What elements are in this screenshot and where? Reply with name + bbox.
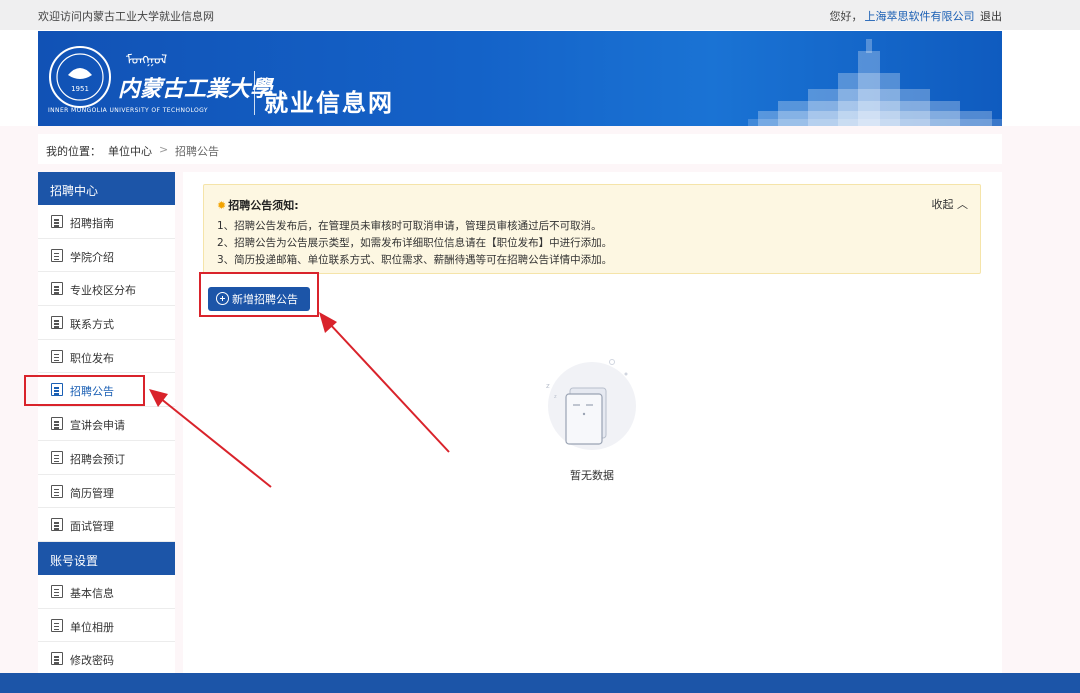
sidebar-item-resume[interactable]: 简历管理 [38, 475, 175, 509]
sidebar-item-album[interactable]: 单位相册 [38, 609, 175, 643]
sidebar-item-presentation[interactable]: 宣讲会申请 [38, 407, 175, 441]
breadcrumb-item-current: 招聘公告 [175, 145, 219, 158]
notice-title: ✹ 招聘公告须知: [217, 197, 299, 213]
sidebar-item-college-intro[interactable]: 学院介绍 [38, 239, 175, 273]
notice-line-3: 3、简历投递邮箱、单位联系方式、职位需求、薪酬待遇等可在招聘公告详情中添加。 [217, 254, 613, 266]
sidebar-item-label: 简历管理 [70, 486, 114, 500]
document-icon [51, 316, 63, 330]
sun-icon: ✹ [217, 199, 227, 212]
company-link[interactable]: 上海萃思软件有限公司 [865, 10, 975, 23]
site-banner: 1951 ᠮᠣᠩᠭᠣᠯ 内蒙古工業大學 INNER MONGOLIA UNIVE… [38, 31, 1002, 126]
banner-divider [254, 71, 255, 115]
document-icon [51, 248, 63, 262]
site-title: 就业信息网 [264, 89, 394, 117]
document-icon [51, 484, 63, 498]
notice-line-1: 1、招聘公告发布后，在管理员未审核时可取消申请，管理员审核通过后不可取消。 [217, 220, 602, 232]
sidebar-item-basic-info[interactable]: 基本信息 [38, 575, 175, 609]
document-icon [51, 450, 63, 464]
sidebar-item-label: 专业校区分布 [70, 284, 136, 298]
document-icon [51, 215, 63, 228]
document-icon [51, 652, 63, 666]
svg-text:z: z [546, 382, 550, 390]
document-icon [51, 417, 63, 431]
sidebar-item-job-post[interactable]: 职位发布 [38, 340, 175, 374]
empty-state-illustration: z z [546, 359, 636, 450]
university-name-en: INNER MONGOLIA UNIVERSITY OF TECHNOLOGY [48, 107, 208, 114]
sidebar-item-label: 面试管理 [70, 520, 114, 534]
university-name: 内蒙古工業大學 [118, 76, 273, 102]
sidebar-item-major-campus[interactable]: 专业校区分布 [38, 272, 175, 307]
document-icon [51, 584, 63, 598]
sidebar-item-job-fair[interactable]: 招聘会预订 [38, 441, 175, 475]
notice-line-2: 2、招聘公告为公告展示类型，如需发布详细职位信息请在【职位发布】中进行添加。 [217, 237, 613, 249]
sidebar-item-recruitment-notice[interactable]: 招聘公告 [38, 373, 175, 408]
document-icon [51, 618, 63, 632]
svg-text:z: z [554, 394, 557, 400]
sidebar-item-guide[interactable]: 招聘指南 [38, 205, 175, 239]
sidebar-section-account: 账号设置 [38, 541, 175, 575]
sidebar-item-label: 招聘会预订 [70, 452, 125, 466]
sidebar-item-label: 招聘指南 [70, 217, 114, 230]
sidebar-section-recruitment: 招聘中心 [38, 172, 175, 205]
sidebar: 招聘中心 招聘指南 学院介绍 专业校区分布 联系方式 职位发布 招聘公告 宣讲会… [38, 172, 175, 676]
footer-bar [0, 673, 1080, 693]
sidebar-item-label: 学院介绍 [70, 250, 114, 264]
greeting-text: 您好， [829, 10, 863, 23]
add-button-label: 新增招聘公告 [232, 293, 298, 306]
notice-title-text: 招聘公告须知: [228, 199, 299, 212]
breadcrumb-separator: > [159, 143, 169, 156]
sidebar-item-password[interactable]: 修改密码 [38, 642, 175, 676]
mongolian-script: ᠮᠣᠩᠭᠣᠯ [126, 53, 168, 68]
user-info: 您好， 上海萃思软件有限公司 退出 [830, 8, 1003, 24]
sidebar-item-label: 基本信息 [70, 586, 114, 600]
university-emblem-icon: 1951 [49, 46, 111, 108]
breadcrumb-label: 我的位置： [46, 145, 101, 158]
building-illustration [748, 39, 1002, 126]
logout-link[interactable]: 退出 [980, 10, 1002, 23]
document-icon [51, 349, 63, 363]
document-icon [51, 282, 63, 296]
notice-box: ✹ 招聘公告须知: 1、招聘公告发布后，在管理员未审核时可取消申请，管理员审核通过… [203, 184, 981, 274]
welcome-text: 欢迎访问内蒙古工业大学就业信息网 [38, 10, 214, 23]
sidebar-item-contact[interactable]: 联系方式 [38, 306, 175, 340]
breadcrumb-item-unit-center[interactable]: 单位中心 [108, 143, 152, 159]
sidebar-item-label: 修改密码 [70, 654, 114, 668]
document-icon [51, 383, 63, 397]
collapse-toggle[interactable]: 收起 ︿ [932, 196, 969, 212]
add-recruitment-notice-button[interactable]: 新增招聘公告 [208, 287, 310, 311]
top-bar: 欢迎访问内蒙古工业大学就业信息网 您好， 上海萃思软件有限公司 退出 [0, 0, 1080, 30]
sidebar-item-label: 宣讲会申请 [70, 419, 125, 433]
sidebar-item-label: 单位相册 [70, 620, 114, 634]
document-icon [51, 518, 63, 532]
plus-circle-icon [216, 292, 229, 305]
sidebar-item-label: 联系方式 [70, 318, 114, 332]
sidebar-item-interview[interactable]: 面试管理 [38, 508, 175, 542]
sidebar-item-label: 职位发布 [70, 351, 114, 365]
empty-state-text: 暂无数据 [570, 469, 614, 482]
breadcrumb: 我的位置： 单位中心 > 招聘公告 [38, 134, 1002, 164]
emblem-year: 1951 [71, 85, 89, 93]
sidebar-item-label: 招聘公告 [70, 385, 114, 399]
